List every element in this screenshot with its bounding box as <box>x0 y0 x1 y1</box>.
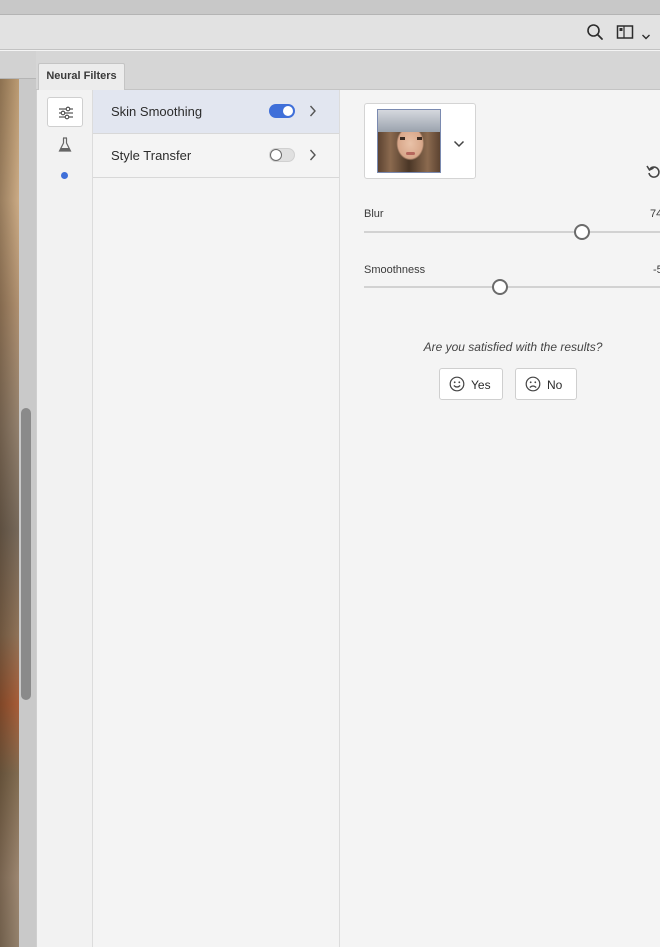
face-thumbnail[interactable] <box>377 109 441 173</box>
canvas-shade <box>0 79 19 947</box>
options-bar <box>0 15 660 50</box>
preview-thumbnail-picker[interactable] <box>364 103 476 179</box>
filter-list: Skin Smoothing Style Transfer <box>93 90 340 947</box>
blur-slider-handle[interactable] <box>573 224 590 240</box>
chevron-right-icon[interactable] <box>309 104 317 123</box>
document-area <box>0 51 36 947</box>
skin-smoothing-toggle[interactable] <box>269 104 295 118</box>
reset-icon[interactable] <box>646 163 660 184</box>
blur-label: Blur <box>364 208 384 220</box>
filter-label: Style Transfer <box>111 148 192 163</box>
blur-slider-track[interactable] <box>364 231 660 233</box>
smoothness-value: -5 <box>653 264 660 276</box>
filter-settings: Blur 74 Smoothness -5 Are you satisfied … <box>340 90 660 947</box>
filter-row-skin-smoothing[interactable]: Skin Smoothing <box>93 90 339 134</box>
filter-row-style-transfer[interactable]: Style Transfer <box>93 134 339 178</box>
document-tab-strip <box>0 51 36 79</box>
all-filters-button[interactable] <box>47 97 83 127</box>
search-icon[interactable] <box>586 23 604 46</box>
tab-neural-filters[interactable]: Neural Filters <box>38 63 125 90</box>
workspace-icon[interactable] <box>616 23 634 46</box>
yes-button[interactable]: Yes <box>439 368 503 400</box>
chevron-down-icon[interactable] <box>641 28 651 46</box>
smile-icon <box>449 376 465 392</box>
yes-label: Yes <box>471 378 491 392</box>
smoothness-slider-handle[interactable] <box>492 279 509 295</box>
filter-label: Skin Smoothing <box>111 104 203 119</box>
blur-value: 74 <box>650 208 660 220</box>
panel-tab-bar: Neural Filters <box>36 51 660 90</box>
feedback-question: Are you satisfied with the results? <box>423 340 603 354</box>
dot-icon[interactable] <box>61 172 68 179</box>
filter-category-rail <box>36 90 93 947</box>
title-strip <box>0 0 660 15</box>
sliders-icon <box>59 106 73 120</box>
beaker-icon[interactable] <box>58 137 72 158</box>
style-transfer-toggle[interactable] <box>269 148 295 162</box>
frown-icon <box>525 376 541 392</box>
no-button[interactable]: No <box>515 368 577 400</box>
no-label: No <box>547 378 563 392</box>
chevron-right-icon[interactable] <box>309 148 317 167</box>
vertical-scrollbar[interactable] <box>21 408 31 700</box>
smoothness-slider-track[interactable] <box>364 286 660 288</box>
smoothness-label: Smoothness <box>364 264 426 276</box>
chevron-down-icon[interactable] <box>453 135 465 153</box>
